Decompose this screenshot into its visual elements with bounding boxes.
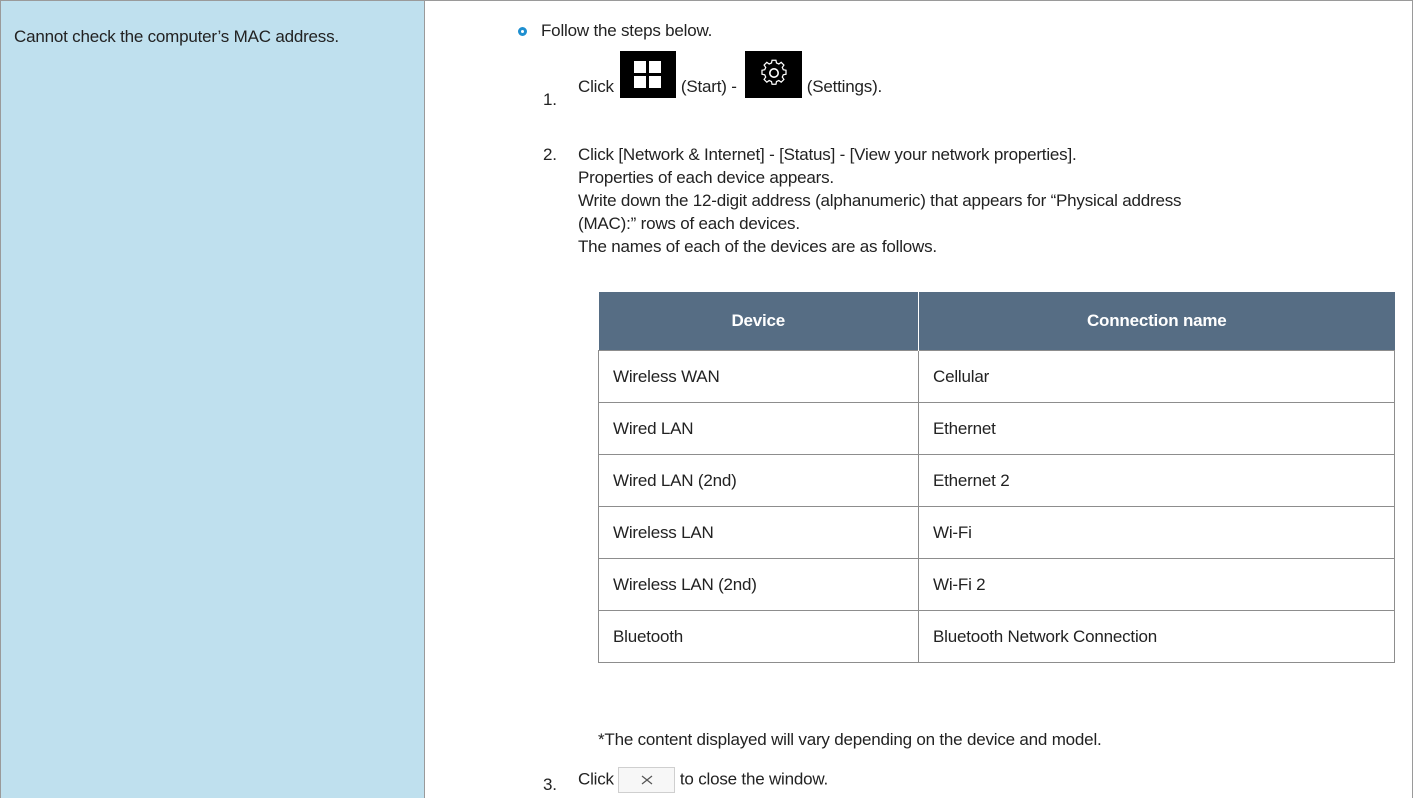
problem-text: Cannot check the computer’s MAC address.	[14, 27, 339, 46]
step-2-line: Properties of each device appears.	[578, 168, 834, 187]
close-window-button	[618, 767, 676, 793]
close-instruction: to close the window.	[679, 769, 829, 789]
close-x-icon	[642, 775, 653, 785]
connection-cell: Ethernet 2	[918, 454, 1395, 507]
intro-bullet: Follow the steps below.	[518, 21, 712, 41]
connection-cell: Cellular	[918, 350, 1395, 403]
device-table: Device Connection name Wireless WAN Cell…	[598, 292, 1395, 663]
table-row: Bluetooth Bluetooth Network Connection	[598, 610, 1395, 663]
step-1-body: Click (Start) - (Settings).	[578, 51, 882, 98]
device-cell: Wireless WAN	[598, 350, 919, 403]
table-row: Wireless WAN Cellular	[598, 350, 1395, 403]
step-2-line: Click [Network & Internet] - [Status] - …	[578, 145, 1077, 164]
intro-text: Follow the steps below.	[541, 21, 713, 40]
connection-cell: Ethernet	[918, 402, 1395, 455]
device-cell: Wireless LAN (2nd)	[598, 558, 919, 611]
faq-table-row: Cannot check the computer’s MAC address.…	[0, 0, 1413, 798]
solution-cell: Follow the steps below. 1. Click (Start)…	[425, 1, 1412, 798]
device-cell: Wired LAN	[598, 402, 919, 455]
table-row: Wireless LAN Wi-Fi	[598, 506, 1395, 559]
step-2: 2. Click [Network & Internet] - [Status]…	[543, 143, 1182, 258]
table-row: Wireless LAN (2nd) Wi-Fi 2	[598, 558, 1395, 611]
step-number: 1.	[543, 90, 557, 109]
click-text: Click	[578, 769, 614, 789]
step-3-body: Click to close the window.	[578, 767, 828, 793]
step-2-line: The names of each of the devices are as …	[578, 237, 937, 256]
connection-cell: Wi-Fi 2	[918, 558, 1395, 611]
device-cell: Wireless LAN	[598, 506, 919, 559]
windows-start-icon	[620, 51, 677, 98]
connection-cell: Bluetooth Network Connection	[918, 610, 1395, 663]
column-header-device: Device	[598, 292, 919, 351]
step-2-line: (MAC):” rows of each devices.	[578, 214, 800, 233]
bullet-dot-icon	[518, 26, 527, 36]
settings-label: (Settings).	[806, 77, 883, 96]
step-1: 1. Click (Start) - (Settings).	[543, 51, 882, 109]
table-row: Wired LAN (2nd) Ethernet 2	[598, 454, 1395, 507]
column-header-connection-name: Connection name	[918, 292, 1395, 351]
connection-cell: Wi-Fi	[918, 506, 1395, 559]
step-number: 3.	[543, 775, 557, 794]
problem-cell: Cannot check the computer’s MAC address.	[1, 1, 425, 798]
step-number: 2.	[543, 145, 557, 164]
device-cell: Wired LAN (2nd)	[598, 454, 919, 507]
settings-gear-icon	[745, 51, 803, 98]
note-text: *The content displayed will vary dependi…	[598, 730, 1102, 749]
table-header-row: Device Connection name	[598, 292, 1395, 351]
step-3: 3. Click to close the window.	[543, 767, 828, 794]
step-2-line: Write down the 12-digit address (alphanu…	[578, 191, 1182, 210]
step-2-body: Click [Network & Internet] - [Status] - …	[578, 143, 1182, 258]
device-cell: Bluetooth	[598, 610, 919, 663]
click-text: Click	[578, 77, 614, 96]
table-row: Wired LAN Ethernet	[598, 402, 1395, 455]
start-label: (Start) -	[680, 77, 737, 96]
